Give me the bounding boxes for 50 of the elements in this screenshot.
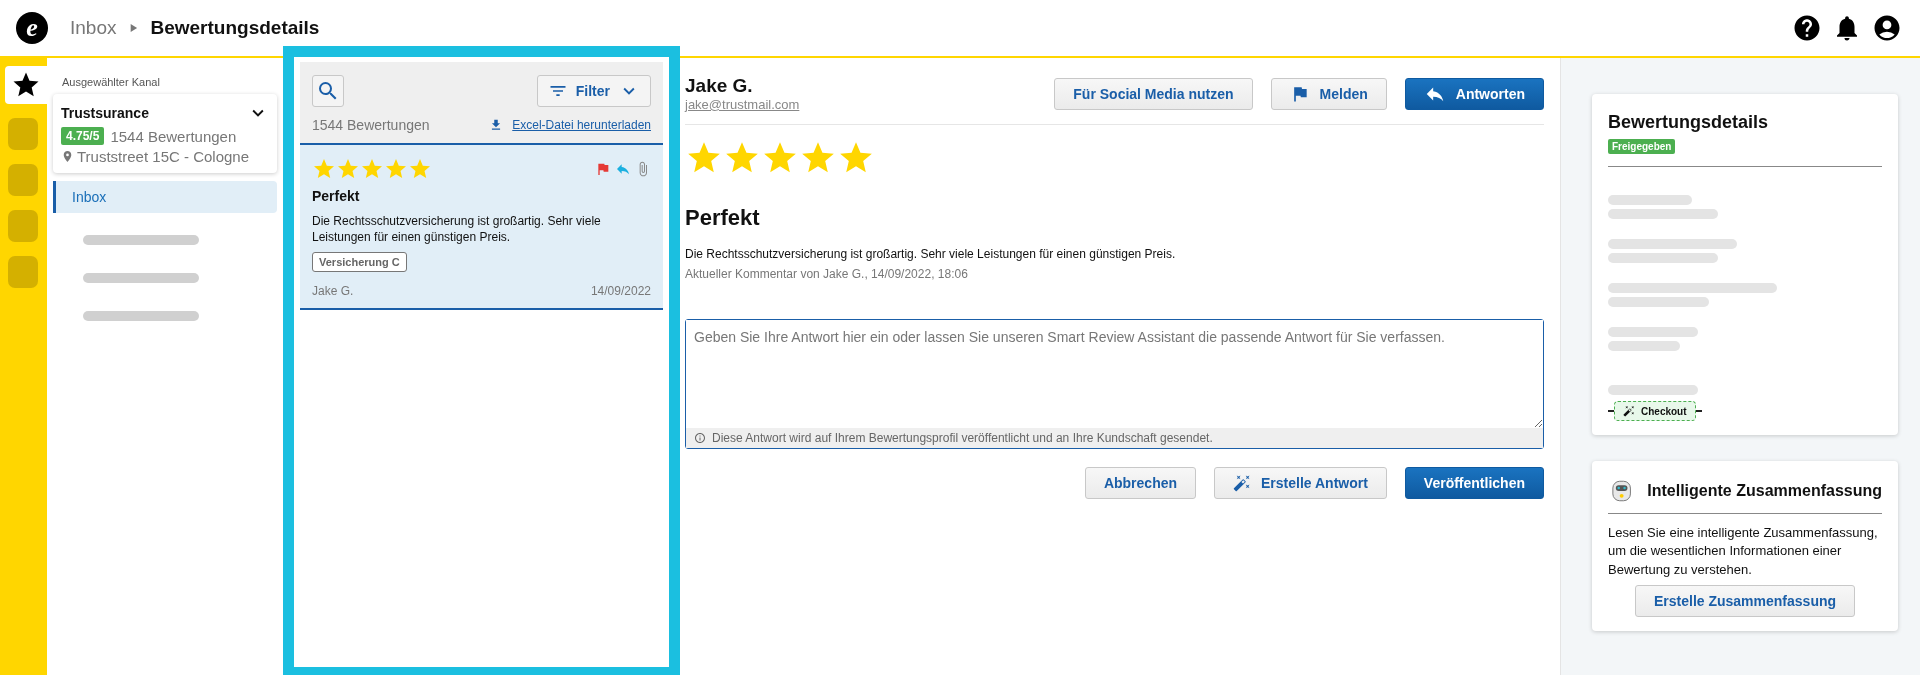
star-icon — [408, 157, 432, 181]
summary-text: Lesen Sie eine intelligente Zusammenfassung, um die wesentlichen Informationen einer Bewertung zu verstehen. — [1608, 524, 1879, 579]
reply-field[interactable]: Geben Sie Ihre Antwort hier ein oder lassen Sie unseren Smart Review Assistant die passende Antwort für Sie verfassen. Diese Antwort wird auf Ihrem Bewertungsprofil veröffentlicht und an Ihre Kundschaft gesendet. — [685, 319, 1544, 450]
magic-wand-icon — [1233, 474, 1251, 493]
review-title: Perfekt — [685, 203, 761, 232]
review-text: Die Rechtsschutzversicherung ist großartig. Sehr viele Leistungen für einen günstigen Preis. — [312, 212, 602, 247]
wand-icon — [1623, 405, 1635, 418]
star-icon — [336, 157, 360, 181]
reply-hint: Diese Antwort wird auf Ihrem Bewertungsprofil veröffentlicht und an Ihre Kundschaft gesendet. — [712, 431, 1213, 446]
star-tab[interactable] — [5, 66, 47, 104]
form-button[interactable]: Erstelle Antwort — [1214, 467, 1387, 500]
channel-card[interactable]: Trustsurance 4.75/5 1544 Bewertungen Truststreet 15C - Cologne — [53, 94, 277, 173]
email-link[interactable]: jake@trustmail.com — [685, 96, 800, 112]
star-icon — [312, 157, 336, 181]
star-icon — [360, 157, 384, 181]
review-count: 1544 Bewertungen — [312, 117, 430, 133]
rating-badge: 4.75/5 — [61, 127, 105, 145]
summary-button[interactable]: Erstelle Zusammenfassung — [1634, 584, 1856, 617]
breadcrumb-item[interactable]: Inbox — [70, 17, 117, 39]
review-date: 14/09/2022 — [590, 284, 651, 299]
star-icon — [384, 157, 408, 181]
pin-icon — [61, 150, 74, 163]
address: Truststreet 15C - Cologne — [77, 148, 250, 165]
status-badge: Freigegeben — [1608, 139, 1676, 155]
breadcrumb-item: Bewertungsdetails — [150, 17, 320, 39]
channel-name: Trustsurance — [61, 105, 149, 121]
form-button[interactable]: Abbrechen — [1084, 467, 1196, 500]
section-label: Ausgewählter Kanal — [62, 76, 161, 88]
review-title: Perfekt — [312, 187, 361, 206]
reviewer-name: Jake G. — [685, 76, 754, 97]
action-button[interactable]: Für Social Media nutzen — [1054, 77, 1253, 110]
help-icon[interactable] — [1792, 13, 1822, 43]
review-author: Jake G. — [312, 284, 354, 299]
review-item[interactable]: Perfekt Die Rechtsschutzversicherung ist großartig. Sehr viele Leistungen für einen günstigen Preis. Versicherung C Jake G. 14/09/2022 — [300, 145, 663, 311]
form-button[interactable]: Veröffentlichen — [1404, 467, 1544, 500]
action-button[interactable]: Antworten — [1404, 77, 1544, 110]
logo: e — [16, 12, 48, 44]
search-button[interactable] — [312, 75, 344, 107]
card-title: Intelligente Zusammenfassung — [1647, 481, 1882, 501]
info-icon — [694, 432, 706, 445]
filter-button[interactable]: Filter — [536, 75, 651, 107]
comment-meta: Aktueller Kommentar von Jake G., 14/09/2022, 18:06 — [685, 266, 969, 284]
nav-item[interactable]: Inbox — [53, 181, 277, 213]
action-button[interactable]: Melden — [1270, 77, 1387, 110]
user-icon[interactable] — [1872, 13, 1902, 43]
review-text: Die Rechtsschutzversicherung ist großartig. Sehr viele Leistungen für einen günstigen Preis. — [685, 245, 1177, 263]
card-title: Bewertungsdetails — [1608, 111, 1770, 134]
download-link[interactable]: Excel-Datei herunterladen — [512, 118, 651, 132]
review-count: 1544 Bewertungen — [110, 127, 237, 145]
placeholder-bar — [1608, 341, 1680, 352]
